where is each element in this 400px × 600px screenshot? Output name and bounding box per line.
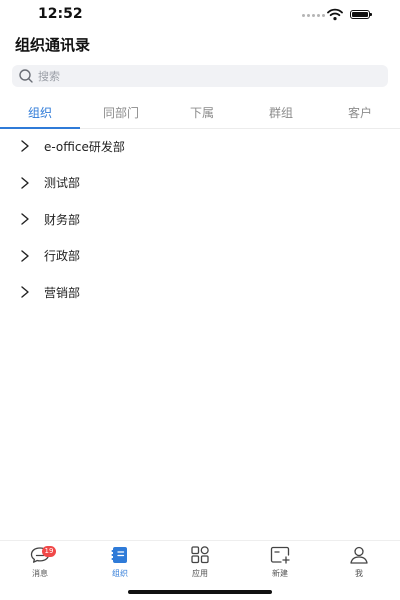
tab-subordinates[interactable]: 下属 — [190, 104, 214, 121]
chevron-right-icon — [21, 140, 29, 152]
tab-groups[interactable]: 群组 — [269, 104, 293, 121]
page-title: 组织通讯录 — [15, 36, 91, 54]
chevron-right-icon — [21, 250, 29, 262]
org-icon — [111, 547, 127, 563]
tab-org[interactable]: 组织 — [28, 104, 52, 121]
department-label: 营销部 — [44, 285, 81, 300]
nav-label: 消息 — [32, 569, 48, 578]
nav-label: 我 — [355, 569, 363, 578]
department-item[interactable]: 行政部 — [0, 238, 400, 275]
phone-screen: 12:52 组织通讯录 搜索 组织 同部门 下属 群组 客户 e-office研… — [0, 0, 400, 600]
nav-label: 组织 — [112, 569, 128, 578]
unread-badge: 19 — [42, 546, 56, 557]
home-indicator[interactable] — [128, 590, 272, 594]
nav-me[interactable]: 我 — [339, 545, 379, 579]
nav-org[interactable]: 组织 — [100, 545, 140, 579]
department-item[interactable]: 测试部 — [0, 165, 400, 202]
chevron-right-icon — [21, 177, 29, 189]
battery-icon — [350, 10, 372, 19]
department-list: e-office研发部 测试部 财务部 行政部 营销部 — [0, 128, 400, 311]
nav-label: 新建 — [272, 569, 288, 578]
status-bar: 12:52 — [0, 0, 400, 30]
search-input[interactable]: 搜索 — [12, 65, 388, 87]
search-icon — [19, 69, 33, 83]
department-label: e-office研发部 — [44, 139, 125, 154]
tab-customers[interactable]: 客户 — [348, 104, 372, 121]
status-time: 12:52 — [38, 6, 83, 22]
department-label: 测试部 — [44, 176, 81, 191]
department-item[interactable]: 营销部 — [0, 274, 400, 311]
chevron-right-icon — [21, 213, 29, 225]
department-label: 财务部 — [44, 212, 81, 227]
new-item-icon — [270, 546, 290, 564]
apps-grid-icon — [191, 546, 209, 564]
nav-apps[interactable]: 应用 — [180, 545, 220, 579]
wifi-icon — [327, 8, 343, 21]
nav-new[interactable]: 新建 — [260, 545, 300, 579]
tab-bar: 组织 同部门 下属 群组 客户 — [0, 100, 400, 129]
nav-messages[interactable]: 19 消息 — [20, 545, 60, 579]
chevron-right-icon — [21, 286, 29, 298]
bottom-nav-bar: 19 消息 组织 应用 新建 我 — [0, 540, 400, 581]
cellular-signal-icon — [302, 14, 325, 17]
department-item[interactable]: 财务部 — [0, 201, 400, 238]
tab-same-department[interactable]: 同部门 — [103, 104, 139, 121]
department-label: 行政部 — [44, 249, 81, 264]
nav-label: 应用 — [192, 569, 208, 578]
user-icon — [350, 546, 368, 564]
search-placeholder: 搜索 — [38, 70, 60, 83]
department-item[interactable]: e-office研发部 — [0, 128, 400, 165]
